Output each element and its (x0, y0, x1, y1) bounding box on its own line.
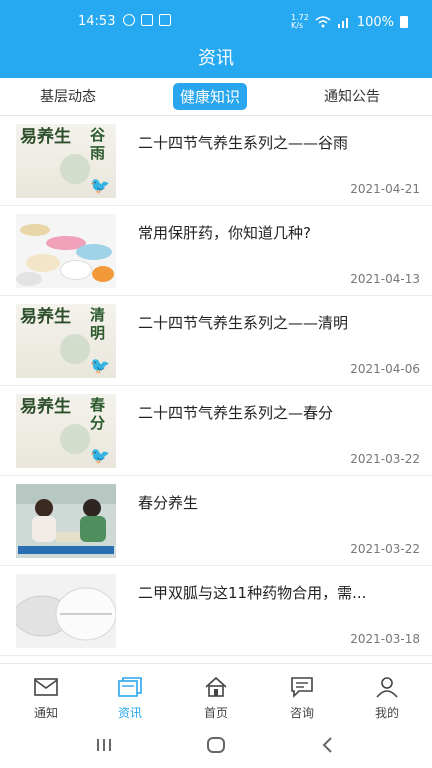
news-date: 2021-04-13 (350, 272, 420, 286)
news-title: 常用保肝药，你知道几种? (138, 224, 311, 242)
system-nav-bar (0, 723, 432, 768)
news-date: 2021-04-06 (350, 362, 420, 376)
news-title: 二十四节气养生系列之——谷雨 (138, 134, 349, 152)
wifi-icon (315, 16, 331, 28)
notification-icon (123, 14, 135, 26)
news-item[interactable]: 易养生 清明 🐦 二十四节气养生系列之——清明 2021-04-06 (0, 296, 432, 386)
news-thumbnail (16, 574, 116, 648)
news-thumbnail (16, 214, 116, 288)
home-button-icon[interactable] (204, 735, 228, 755)
news-date: 2021-04-21 (350, 182, 420, 196)
status-bar: 14:53 1.72 K/s 100% (0, 10, 432, 36)
nav-profile[interactable]: 我的 (344, 664, 430, 724)
news-item[interactable]: 二甲双胍与这11种药物合用，需... 2021-03-18 (0, 566, 432, 656)
news-item[interactable]: 易养生 谷雨 🐦 二十四节气养生系列之——谷雨 2021-04-21 (0, 116, 432, 206)
network-speed: 1.72 K/s (291, 13, 309, 30)
swallow-icon: 🐦 (90, 356, 110, 375)
swallow-icon: 🐦 (90, 176, 110, 195)
tab-grassroots-news[interactable]: 基层动态 (40, 86, 96, 106)
home-icon (205, 676, 227, 697)
person-icon (376, 677, 398, 698)
chat-icon (291, 677, 313, 698)
news-title: 春分养生 (138, 494, 199, 512)
battery-text: 100% (356, 14, 394, 30)
mail-icon (34, 678, 58, 696)
swallow-icon: 🐦 (90, 446, 110, 465)
nav-news[interactable]: 资讯 (87, 664, 173, 724)
nav-home[interactable]: 首页 (173, 664, 259, 724)
news-item[interactable]: 春分养生 2021-03-22 (0, 476, 432, 566)
news-date: 2021-03-22 (350, 452, 420, 466)
news-thumbnail: 易养生 春分 🐦 (16, 394, 116, 468)
news-item[interactable]: 常用保肝药，你知道几种? 2021-04-13 (0, 206, 432, 296)
nav-notice[interactable]: 通知 (3, 664, 89, 724)
battery-icon (400, 16, 408, 28)
back-icon[interactable] (316, 735, 340, 755)
status-time: 14:53 (78, 14, 116, 29)
gallery-icon (159, 14, 171, 26)
news-thumbnail (16, 484, 116, 558)
news-date: 2021-03-22 (350, 542, 420, 556)
news-title: 二甲双胍与这11种药物合用，需... (138, 584, 367, 602)
news-item[interactable] (0, 656, 432, 663)
recent-apps-icon[interactable] (92, 735, 116, 755)
news-thumbnail: 易养生 清明 🐦 (16, 304, 116, 378)
page-title: 资讯 (198, 48, 234, 69)
news-item[interactable]: 易养生 春分 🐦 二十四节气养生系列之—春分 2021-03-22 (0, 386, 432, 476)
news-list: 易养生 谷雨 🐦 二十四节气养生系列之——谷雨 2021-04-21 常用保肝药… (0, 116, 432, 663)
tab-notices[interactable]: 通知公告 (324, 86, 380, 106)
nav-consult[interactable]: 咨询 (259, 664, 345, 724)
news-thumbnail: 易养生 谷雨 🐦 (16, 124, 116, 198)
signal-icon (337, 18, 348, 28)
news-icon (118, 677, 142, 697)
bottom-tab-bar: 通知 资讯 首页 咨询 我的 (0, 663, 432, 723)
news-title: 二十四节气养生系列之—春分 (138, 404, 334, 422)
tab-health-knowledge[interactable]: 健康知识 (173, 83, 248, 110)
news-date: 2021-03-18 (350, 632, 420, 646)
app-icon (141, 14, 153, 26)
category-tabs: 基层动态 健康知识 通知公告 (0, 78, 432, 116)
news-title: 二十四节气养生系列之——清明 (138, 314, 349, 332)
app-header: 14:53 1.72 K/s 100% 资讯 (0, 0, 432, 78)
